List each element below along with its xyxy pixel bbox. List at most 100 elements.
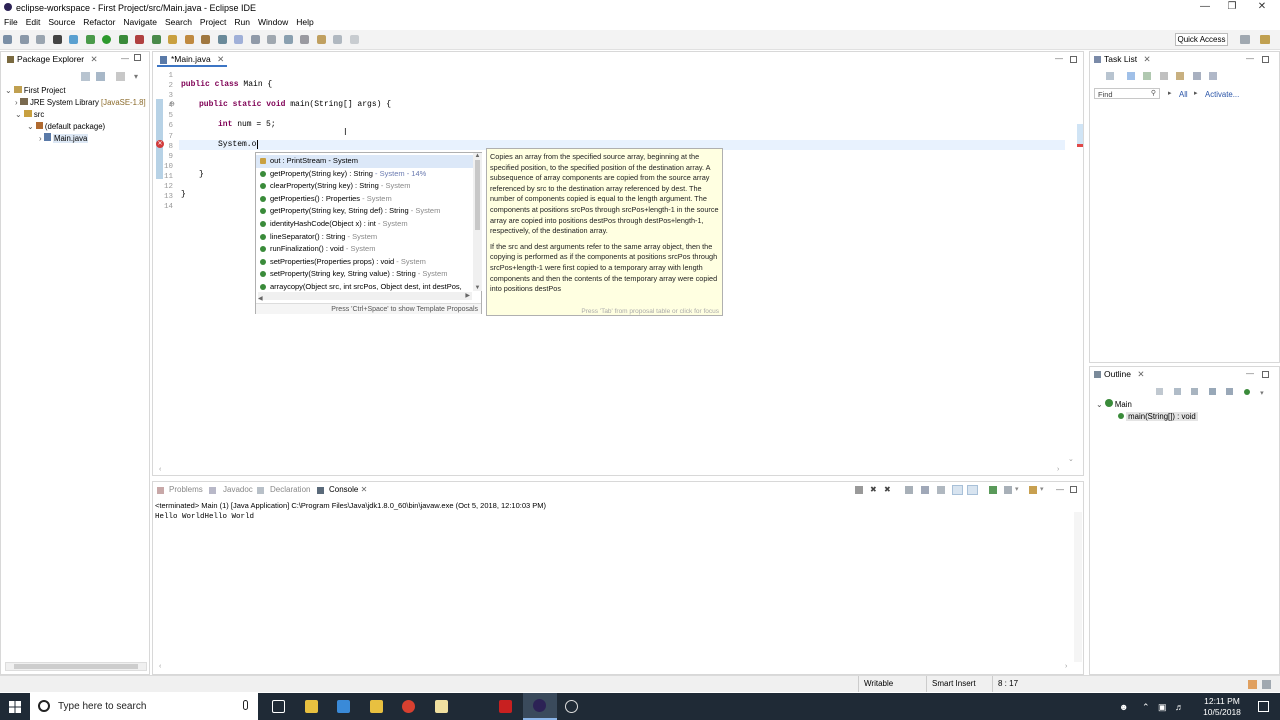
- tree-item-main-java[interactable]: › Main.java: [5, 133, 146, 145]
- microphone-icon[interactable]: [243, 700, 248, 710]
- code-line-13[interactable]: }: [181, 190, 186, 199]
- menu-edit[interactable]: Edit: [22, 15, 45, 29]
- scroll-right-icon[interactable]: ›: [1057, 466, 1059, 473]
- show-stdout-icon[interactable]: [952, 485, 963, 495]
- menu-search[interactable]: Search: [161, 15, 196, 29]
- remove-all-icon[interactable]: ✖: [884, 482, 891, 498]
- scrollbar-thumb[interactable]: [14, 664, 138, 669]
- tree-item-jre[interactable]: › JRE System Library [JavaSE-1.8]: [5, 97, 146, 109]
- chevron-down-icon[interactable]: ▾: [1040, 482, 1044, 498]
- coverage-icon[interactable]: [85, 35, 95, 44]
- code-line-8[interactable]: System.o: [218, 140, 259, 149]
- maximize-icon[interactable]: ❐: [1215, 0, 1249, 15]
- focus-icon[interactable]: [1176, 72, 1185, 80]
- menu-help[interactable]: Help: [292, 15, 317, 29]
- tree-item-src[interactable]: ⌄ src: [5, 109, 146, 121]
- scroll-right-icon[interactable]: ›: [1065, 663, 1067, 670]
- filter-icon[interactable]: [1143, 72, 1152, 80]
- pin-console-icon[interactable]: [989, 486, 997, 494]
- java-perspective-icon[interactable]: [1260, 35, 1270, 44]
- scroll-lock-icon[interactable]: [921, 486, 929, 494]
- public-filter-icon[interactable]: [1243, 389, 1250, 395]
- categorize-icon[interactable]: [1126, 72, 1135, 80]
- overview-ruler-error[interactable]: [1077, 144, 1083, 147]
- new-icon[interactable]: [3, 35, 12, 44]
- close-icon[interactable]: ✕: [217, 54, 224, 64]
- scrollbar-thumb[interactable]: [475, 160, 480, 230]
- search-icon[interactable]: ⚲: [1151, 89, 1156, 97]
- close-icon[interactable]: ✕: [1245, 0, 1279, 15]
- new-task-icon[interactable]: [1106, 72, 1114, 80]
- minimize-icon[interactable]: —: [121, 54, 129, 63]
- eclipse-taskbar-button[interactable]: [523, 693, 557, 720]
- proposal-item[interactable]: setProperties(Properties props) : void -…: [256, 256, 473, 269]
- link-with-editor-icon[interactable]: [96, 72, 105, 81]
- tree-item-default-package[interactable]: ⌄ (default package): [5, 121, 146, 133]
- volume-icon[interactable]: ♬: [1175, 702, 1184, 712]
- open-perspective-icon[interactable]: [1240, 35, 1250, 44]
- hide-fields-icon[interactable]: [1173, 388, 1181, 395]
- console-vscrollbar[interactable]: [1074, 512, 1082, 662]
- outline-item-class[interactable]: ⌄ Main: [1096, 399, 1198, 411]
- terminate-icon[interactable]: [855, 486, 863, 494]
- activate-task-link[interactable]: Activate...: [1205, 90, 1239, 99]
- store-icon[interactable]: [337, 700, 350, 713]
- code-line-4[interactable]: public static void main(String[] args) {: [199, 100, 391, 109]
- quick-access-field[interactable]: Quick Access: [1175, 33, 1228, 46]
- proposal-hscrollbar[interactable]: ◀ ▶: [258, 292, 472, 302]
- tree-item-project[interactable]: ⌄ First Project: [5, 85, 146, 97]
- scroll-up-icon[interactable]: ▲: [473, 153, 482, 159]
- external-tools-icon[interactable]: [118, 35, 128, 44]
- chevron-down-icon[interactable]: ▾: [1260, 389, 1264, 397]
- expand-icon[interactable]: [1209, 72, 1218, 80]
- whitespace-icon[interactable]: [267, 35, 277, 44]
- open-type-icon[interactable]: [168, 35, 178, 44]
- save-icon[interactable]: [19, 35, 29, 44]
- scroll-left-icon[interactable]: ◀: [258, 296, 263, 302]
- file-explorer-icon[interactable]: [305, 700, 318, 713]
- proposal-item[interactable]: getProperty(String key) : String - Syste…: [256, 168, 473, 181]
- close-icon[interactable]: ✕: [90, 54, 97, 64]
- prev-annotation-icon[interactable]: [300, 35, 310, 44]
- proposal-item[interactable]: getProperty(String key, String def) : St…: [256, 205, 473, 218]
- app-icon[interactable]: [565, 700, 578, 713]
- find-input[interactable]: Find ⚲: [1094, 88, 1160, 99]
- acrobat-icon[interactable]: [499, 700, 512, 713]
- maximize-icon[interactable]: [1262, 371, 1269, 378]
- collapse-all-icon[interactable]: [1192, 72, 1201, 80]
- horizontal-scrollbar[interactable]: [5, 662, 147, 671]
- tab-javadoc[interactable]: Javadoc: [223, 482, 253, 498]
- console-output[interactable]: Hello WorldHello World: [155, 513, 254, 521]
- javadoc-hover[interactable]: Copies an array from the specified sourc…: [486, 148, 723, 316]
- close-icon[interactable]: ✕: [361, 485, 368, 494]
- minimize-icon[interactable]: —: [1055, 54, 1063, 63]
- chevron-up-icon[interactable]: ⌃: [1142, 702, 1150, 713]
- search-toolbar-icon[interactable]: [201, 35, 211, 44]
- chrome-icon[interactable]: [402, 700, 415, 713]
- new-java-project-icon[interactable]: [135, 35, 145, 44]
- hide-local-types-icon[interactable]: [1226, 388, 1234, 395]
- open-console-icon[interactable]: [1029, 486, 1037, 494]
- system-clock[interactable]: 12:11 PM 10/5/2018: [1196, 696, 1248, 718]
- scroll-down-icon[interactable]: ⌄: [1068, 455, 1074, 463]
- network-icon[interactable]: ▣: [1158, 702, 1167, 713]
- new-class-icon[interactable]: [151, 35, 161, 44]
- tab-console[interactable]: Console ✕: [329, 482, 367, 498]
- run-icon[interactable]: [102, 35, 112, 44]
- windows-start-icon[interactable]: [9, 701, 21, 713]
- minimize-icon[interactable]: —: [1246, 54, 1254, 63]
- view-menu-icon[interactable]: [116, 72, 125, 81]
- save-all-icon[interactable]: [36, 35, 46, 44]
- proposal-item[interactable]: identityHashCode(Object x) : int - Syste…: [256, 218, 473, 231]
- menu-navigate[interactable]: Navigate: [119, 15, 161, 29]
- toggle-block-icon[interactable]: [250, 35, 260, 44]
- menu-window[interactable]: Window: [254, 15, 292, 29]
- taskbar-search-box[interactable]: Type here to search: [30, 693, 258, 720]
- outline-tab[interactable]: Outline ✕: [1092, 367, 1162, 382]
- proposal-item[interactable]: lineSeparator() : String - System: [256, 231, 473, 244]
- tab-declaration[interactable]: Declaration: [270, 482, 310, 498]
- last-edit-icon[interactable]: [316, 35, 326, 44]
- code-line-6[interactable]: int num = 5;: [218, 120, 276, 129]
- menu-source[interactable]: Source: [44, 15, 79, 29]
- all-filter-link[interactable]: All: [1179, 90, 1188, 99]
